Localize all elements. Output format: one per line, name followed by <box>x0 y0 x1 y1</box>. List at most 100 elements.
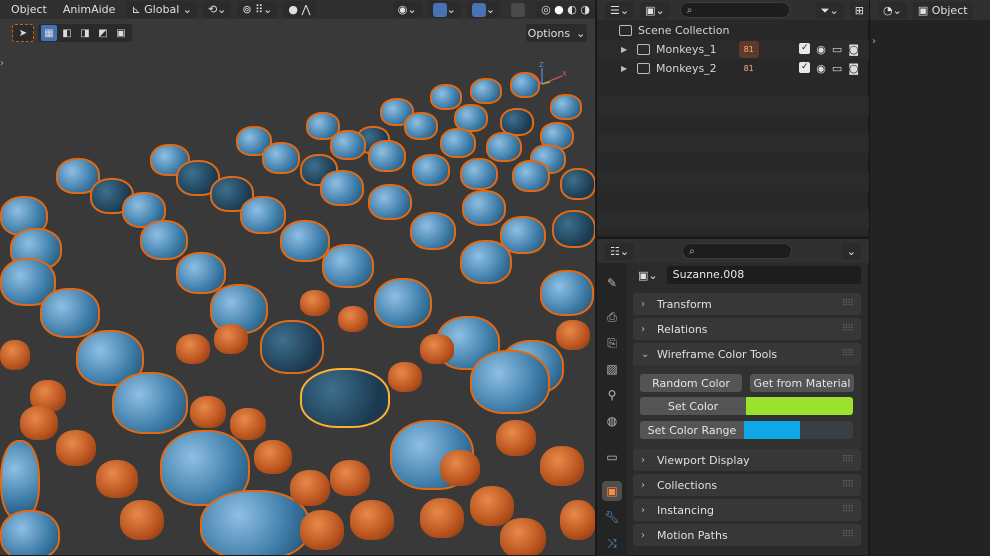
pivot-point-dropdown[interactable]: ⟲⌄ <box>202 1 232 18</box>
set-color-button[interactable]: Set Color <box>640 397 746 415</box>
drag-handle-icon[interactable]: ⠿⠿ <box>842 530 854 540</box>
xray-icon <box>511 3 526 17</box>
scene-tab-icon[interactable]: ⚲ <box>602 385 622 405</box>
drag-handle-icon[interactable]: ⠿⠿ <box>842 324 854 334</box>
transform-panel-header[interactable]: › Transform ⠿⠿ <box>633 293 861 315</box>
sidebar-expand-icon[interactable]: › <box>872 36 876 47</box>
camera-icon[interactable]: ◙ <box>848 62 859 75</box>
drag-handle-icon[interactable]: ⠿⠿ <box>842 299 854 309</box>
viewport-display-panel-header[interactable]: › Viewport Display ⠿⠿ <box>633 449 861 471</box>
node-editor-icon: ◔⌄ <box>883 3 902 17</box>
monitor-icon[interactable]: ▭ <box>832 62 842 75</box>
select-subtract-icon[interactable]: ◨ <box>77 25 93 41</box>
world-tab-icon[interactable]: ◍ <box>602 411 622 431</box>
color-range-swatch-start[interactable] <box>744 421 800 439</box>
toolbar-expand-icon[interactable]: › <box>0 58 4 69</box>
xray-toggle[interactable] <box>506 1 530 18</box>
select-extend-icon[interactable]: ◧ <box>59 25 75 41</box>
proportional-edit-dropdown[interactable]: ● ⋀ <box>283 1 316 18</box>
solid-shading-icon[interactable]: ● <box>554 3 564 16</box>
wireframe-color-tools-panel-header[interactable]: ⌄ Wireframe Color Tools ⠿⠿ <box>633 343 861 365</box>
node-editor-area[interactable]: ◔⌄ ▣ Object › <box>869 0 990 555</box>
select-intersect-icon[interactable]: ▣ <box>113 25 129 41</box>
modifier-tab-icon[interactable]: 🔧︎ <box>602 507 622 527</box>
chevron-down-icon: ⌄ <box>576 26 586 40</box>
drag-handle-icon[interactable]: ⠿⠿ <box>842 349 854 359</box>
shading-modes[interactable]: ◎ ● ◐ ◑ <box>536 1 595 18</box>
3d-viewport[interactable]: Object AnimAide ⊾ Global ⌄ ⟲⌄ ⊚ ⠿⌄ ● ⋀ ◉… <box>0 0 595 555</box>
object-mode-dropdown[interactable]: ▣ Object <box>912 1 973 19</box>
editor-type-dropdown[interactable]: ☷⌄ <box>605 242 635 260</box>
scene-collection-row[interactable]: Scene Collection <box>597 21 869 40</box>
output-tab-icon[interactable]: ⎘ <box>602 333 622 353</box>
rendered-shading-icon[interactable]: ◑ <box>580 3 590 16</box>
properties-search-input[interactable]: ⌕ <box>682 243 793 259</box>
row-visibility-controls: ✓ ◉ ▭ ◙ <box>799 43 859 56</box>
new-collection-button[interactable]: ⊞ <box>849 1 869 19</box>
tool-tab-icon[interactable]: ✎ <box>602 273 622 293</box>
panel-label: Collections <box>657 478 718 492</box>
wireframe-shading-icon[interactable]: ◎ <box>541 3 551 16</box>
outliner-header: ☰⌄ ▣⌄ ⌕ ⏷⌄ ⊞ <box>597 0 869 20</box>
get-from-material-button[interactable]: Get from Material <box>750 374 854 392</box>
navigation-gizmo[interactable]: Z X <box>528 62 568 90</box>
menu-object[interactable]: Object <box>6 1 52 18</box>
badge-count: 81 <box>743 64 754 73</box>
panel-label: Wireframe Color Tools <box>657 347 778 361</box>
particles-tab-icon[interactable]: ⤨ <box>602 533 622 553</box>
select-new-icon[interactable]: ▦ <box>41 25 57 41</box>
collections-panel-header[interactable]: › Collections ⠿⠿ <box>633 474 861 496</box>
random-color-button[interactable]: Random Color <box>640 374 742 392</box>
options-chevron[interactable]: ⌄ <box>841 242 861 260</box>
visibility-dropdown[interactable]: ◉⌄ <box>392 1 422 18</box>
collection-tab-icon[interactable]: ▭ <box>602 447 622 467</box>
set-color-range-button[interactable]: Set Color Range <box>640 421 744 439</box>
outliner-search-input[interactable]: ⌕ <box>679 2 790 18</box>
color-range-swatch-end[interactable] <box>800 421 853 439</box>
drag-handle-icon[interactable]: ⠿⠿ <box>842 505 854 515</box>
view-layer-tab-icon[interactable]: ▨ <box>602 359 622 379</box>
object-tab-icon[interactable]: ▣ <box>602 481 622 501</box>
select-invert-icon[interactable]: ◩ <box>95 25 111 41</box>
exclude-checkbox[interactable]: ✓ <box>799 43 811 54</box>
select-tool-button[interactable]: ➤ <box>12 24 34 42</box>
editor-type-dropdown[interactable]: ◔⌄ <box>878 1 907 19</box>
eye-icon[interactable]: ◉ <box>816 62 826 75</box>
menu-animaide[interactable]: AnimAide <box>58 1 121 18</box>
gizmo-toggle[interactable]: ⌄ <box>427 1 461 18</box>
instancing-panel-header[interactable]: › Instancing ⠿⠿ <box>633 499 861 521</box>
orientation-label: Global <box>144 3 180 16</box>
material-shading-icon[interactable]: ◐ <box>567 3 577 16</box>
drag-handle-icon[interactable]: ⠿⠿ <box>842 480 854 490</box>
search-icon: ⌕ <box>686 5 693 16</box>
options-dropdown[interactable]: Options ⌄ <box>526 24 587 42</box>
object-type-dropdown[interactable]: ▣⌄ <box>633 266 663 284</box>
collection-row-monkeys-1[interactable]: ▶ Monkeys_1 81 ✓ ◉ ▭ ◙ <box>597 40 869 59</box>
exclude-checkbox[interactable]: ✓ <box>799 62 811 73</box>
drag-handle-icon[interactable]: ⠿⠿ <box>842 455 854 465</box>
camera-icon[interactable]: ◙ <box>848 43 859 56</box>
overlay-toggle[interactable]: ⌄ <box>466 1 501 18</box>
outliner-editor-icon: ☰⌄ <box>610 3 630 17</box>
filter-dropdown[interactable]: ⏷⌄ <box>815 1 844 19</box>
object-name-field[interactable]: Suzanne.008 <box>666 266 861 284</box>
object-icon: ▣⌄ <box>638 268 658 282</box>
panel-label: Instancing <box>657 503 715 517</box>
editor-type-dropdown[interactable]: ☰⌄ <box>605 1 635 19</box>
expand-arrow-icon[interactable]: ▶ <box>621 64 637 73</box>
object-name-row: ▣⌄ Suzanne.008 <box>633 266 861 284</box>
collection-row-monkeys-2[interactable]: ▶ Monkeys_2 81 ✓ ◉ ▭ ◙ <box>597 59 869 78</box>
proportional-edit-icon: ● ⋀ <box>288 3 311 16</box>
set-color-swatch[interactable] <box>746 397 853 415</box>
relations-panel-header[interactable]: › Relations ⠿⠿ <box>633 318 861 340</box>
orientation-dropdown[interactable]: ⊾ Global ⌄ <box>126 1 197 18</box>
eye-icon: ◉⌄ <box>397 3 417 16</box>
eye-icon[interactable]: ◉ <box>816 43 826 56</box>
snap-dropdown[interactable]: ⊚ ⠿⌄ <box>237 1 278 18</box>
search-icon: ⌕ <box>689 246 695 257</box>
display-mode-dropdown[interactable]: ▣⌄ <box>640 1 670 19</box>
motion-paths-panel-header[interactable]: › Motion Paths ⠿⠿ <box>633 524 861 546</box>
expand-arrow-icon[interactable]: ▶ <box>621 45 637 54</box>
render-tab-icon[interactable]: ⎙ <box>602 307 622 327</box>
monitor-icon[interactable]: ▭ <box>832 43 842 56</box>
